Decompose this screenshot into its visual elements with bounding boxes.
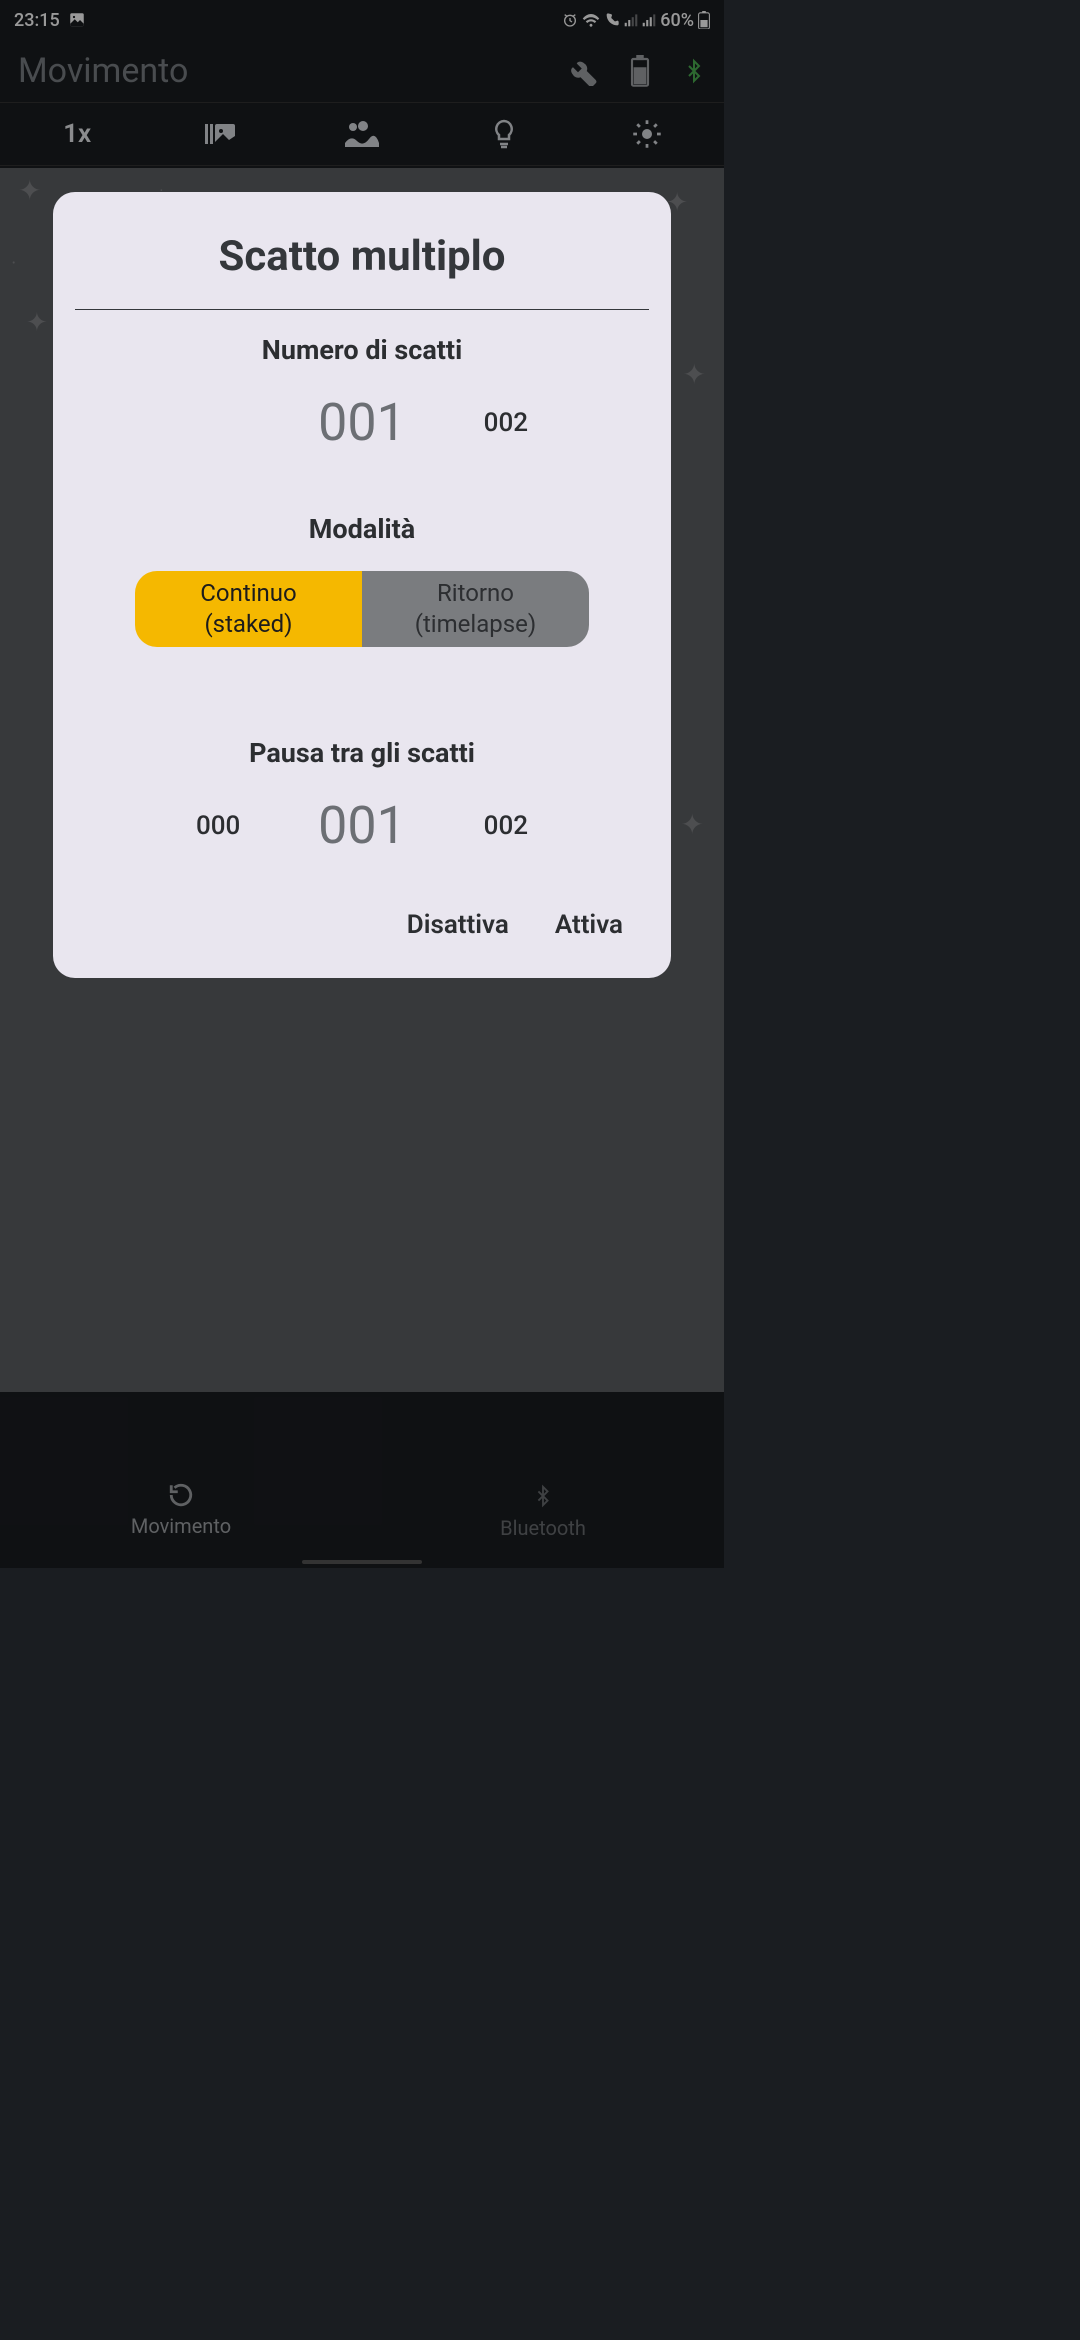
pause-label: Pausa tra gli scatti — [75, 737, 649, 769]
dialog-title: Scatto multiplo — [75, 232, 649, 281]
pause-prev: 000 — [188, 811, 248, 841]
mode-label: Modalità — [75, 513, 649, 545]
shots-label: Numero di scatti — [75, 334, 649, 366]
mode-a-line1: Continuo — [200, 578, 296, 609]
pause-current[interactable]: 001 — [318, 795, 406, 856]
shots-picker[interactable]: 000 001 002 — [75, 392, 649, 453]
pause-next: 002 — [476, 811, 536, 841]
shots-next: 002 — [476, 408, 536, 438]
shots-current[interactable]: 001 — [318, 392, 406, 453]
mode-toggle: Continuo (staked) Ritorno (timelapse) — [135, 571, 589, 647]
dialog-actions: Disattiva Attiva — [75, 886, 649, 948]
mode-a-line2: (staked) — [204, 609, 292, 640]
pause-picker[interactable]: 000 001 002 — [75, 795, 649, 856]
multiple-shot-dialog: Scatto multiplo Numero di scatti 000 001… — [53, 192, 671, 978]
activate-button[interactable]: Attiva — [555, 910, 623, 940]
mode-b-line1: Ritorno — [437, 578, 514, 609]
deactivate-button[interactable]: Disattiva — [407, 910, 509, 940]
mode-continuous-button[interactable]: Continuo (staked) — [135, 571, 362, 647]
mode-b-line2: (timelapse) — [415, 609, 537, 640]
divider — [75, 309, 649, 310]
mode-return-button[interactable]: Ritorno (timelapse) — [362, 571, 589, 647]
